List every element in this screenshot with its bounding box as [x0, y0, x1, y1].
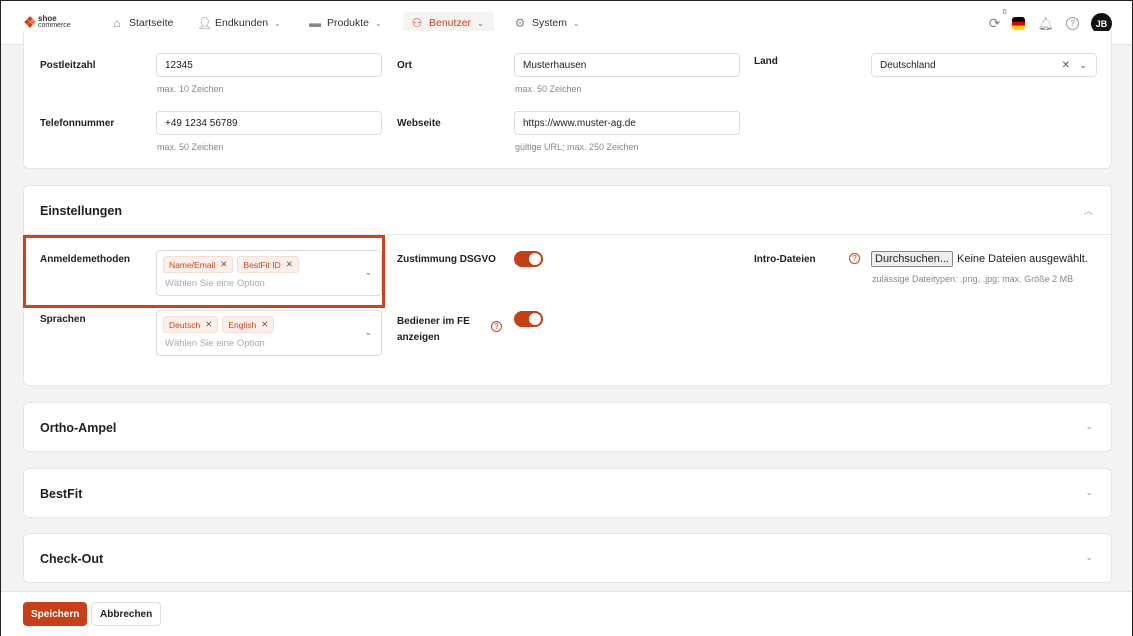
chevron-down-icon: ⌄ [364, 327, 372, 337]
sync-badge: 0 [1000, 9, 1009, 16]
nav-label: Benutzer [429, 17, 472, 29]
nav-label: Startseite [129, 17, 174, 29]
telefon-label: Telefonnummer [40, 118, 115, 129]
sync-icon: ⟳ [988, 15, 1001, 31]
ort-hint: max. 50 Zeichen [515, 84, 582, 94]
cancel-button[interactable]: Abbrechen [91, 602, 162, 626]
address-card: Postleitzahl 12345 max. 10 Zeichen Ort M… [23, 31, 1112, 169]
chevron-down-icon: ⌄ [1085, 487, 1093, 497]
logo-text-bottom: commerce [38, 22, 71, 29]
help-icon[interactable]: ? [491, 321, 502, 332]
land-label: Land [754, 56, 778, 67]
home-icon: ⌂ [113, 16, 121, 30]
logo-text-top: shoe [38, 14, 57, 23]
webseite-label: Webseite [397, 118, 441, 129]
shoe-icon: ▬ [309, 16, 321, 30]
land-select[interactable]: Deutschland ✕ ⌄ [871, 53, 1097, 77]
einstellungen-header[interactable]: Einstellungen ︿ [24, 186, 1111, 235]
sprachen-multiselect[interactable]: Deutsch ✕ English ✕ Wählen Sie eine Option … [156, 310, 382, 356]
postleitzahl-input[interactable]: 12345 [156, 53, 382, 77]
user-icon: 👤︎ [197, 16, 213, 30]
tag-deutsch: Deutsch ✕ [163, 316, 219, 333]
postleitzahl-hint: max. 10 Zeichen [157, 84, 224, 94]
section-title: Ortho-Ampel [40, 421, 117, 435]
webseite-hint: gültige URL; max. 250 Zeichen [515, 142, 639, 152]
remove-tag-icon[interactable]: ✕ [205, 319, 212, 330]
dsgvo-label: Zustimmung DSGVO [397, 254, 496, 265]
chevron-down-icon: ⌄ [1085, 421, 1093, 431]
file-status: Keine Dateien ausgewählt. [956, 253, 1088, 265]
chevron-up-icon: ︿ [1083, 206, 1093, 216]
chevron-down-icon: ⌄ [477, 18, 484, 28]
section-bestfit[interactable]: BestFit ⌄ [23, 468, 1112, 518]
tag-label: Deutsch [169, 319, 201, 330]
chevron-down-icon: ⌄ [1085, 552, 1093, 562]
help-icon[interactable]: ? [1066, 17, 1079, 30]
section-title: Check-Out [40, 552, 104, 566]
webseite-input[interactable]: https://www.muster-ag.de [514, 111, 740, 135]
telefon-input[interactable]: +49 1234 56789 [156, 111, 382, 135]
gear-icon: ⚙ [514, 16, 526, 30]
chevron-down-icon: ⌄ [274, 18, 281, 28]
nav-label: Endkunden [215, 17, 269, 29]
sync-button[interactable]: ⟳ 0 [988, 9, 1009, 32]
section-title: BestFit [40, 487, 83, 501]
section-title: Einstellungen [40, 204, 122, 218]
bediener-label: Bediener im FE anzeigen [397, 316, 470, 343]
dsgvo-toggle[interactable] [514, 251, 543, 267]
bediener-toggle[interactable] [514, 311, 543, 327]
ort-label: Ort [397, 60, 412, 71]
land-value: Deutschland [880, 59, 936, 71]
help-icon[interactable]: ? [849, 253, 860, 264]
nav-label: Produkte [327, 17, 370, 29]
telefon-hint: max. 50 Zeichen [157, 142, 224, 152]
ort-input[interactable]: Musterhausen [514, 53, 740, 77]
tag-english: English ✕ [222, 316, 275, 333]
chevron-down-icon: ⌄ [573, 18, 580, 28]
users-icon: ⚇ [411, 16, 423, 30]
intro-hint: zulässige Dateitypen: .png, .jpg; max. G… [872, 274, 1074, 284]
bell-icon[interactable]: 🔔︎ [1037, 16, 1054, 32]
postleitzahl-label: Postleitzahl [40, 60, 96, 71]
browse-button[interactable]: Durchsuchen... [871, 251, 953, 267]
footer-bar: Speichern Abbrechen [1, 591, 1132, 636]
highlight-box [23, 235, 385, 308]
sprachen-label: Sprachen [40, 314, 86, 325]
placeholder: Wählen Sie eine Option [165, 338, 265, 349]
german-flag-icon[interactable] [1012, 17, 1026, 30]
save-button[interactable]: Speichern [23, 602, 88, 626]
remove-tag-icon[interactable]: ✕ [261, 319, 268, 330]
chevron-down-icon: ⌄ [1079, 59, 1087, 70]
clear-icon[interactable]: ✕ [1062, 60, 1070, 71]
logo[interactable]: shoe commerce [24, 14, 71, 29]
nav-label: System [532, 17, 568, 29]
intro-label: Intro-Dateien [754, 254, 816, 265]
logo-mark-icon [24, 16, 36, 28]
tag-label: English [228, 319, 257, 330]
section-ortho-ampel[interactable]: Ortho-Ampel ⌄ [23, 402, 1112, 452]
section-check-out[interactable]: Check-Out ⌄ [23, 533, 1112, 583]
chevron-down-icon: ⌄ [375, 18, 382, 28]
